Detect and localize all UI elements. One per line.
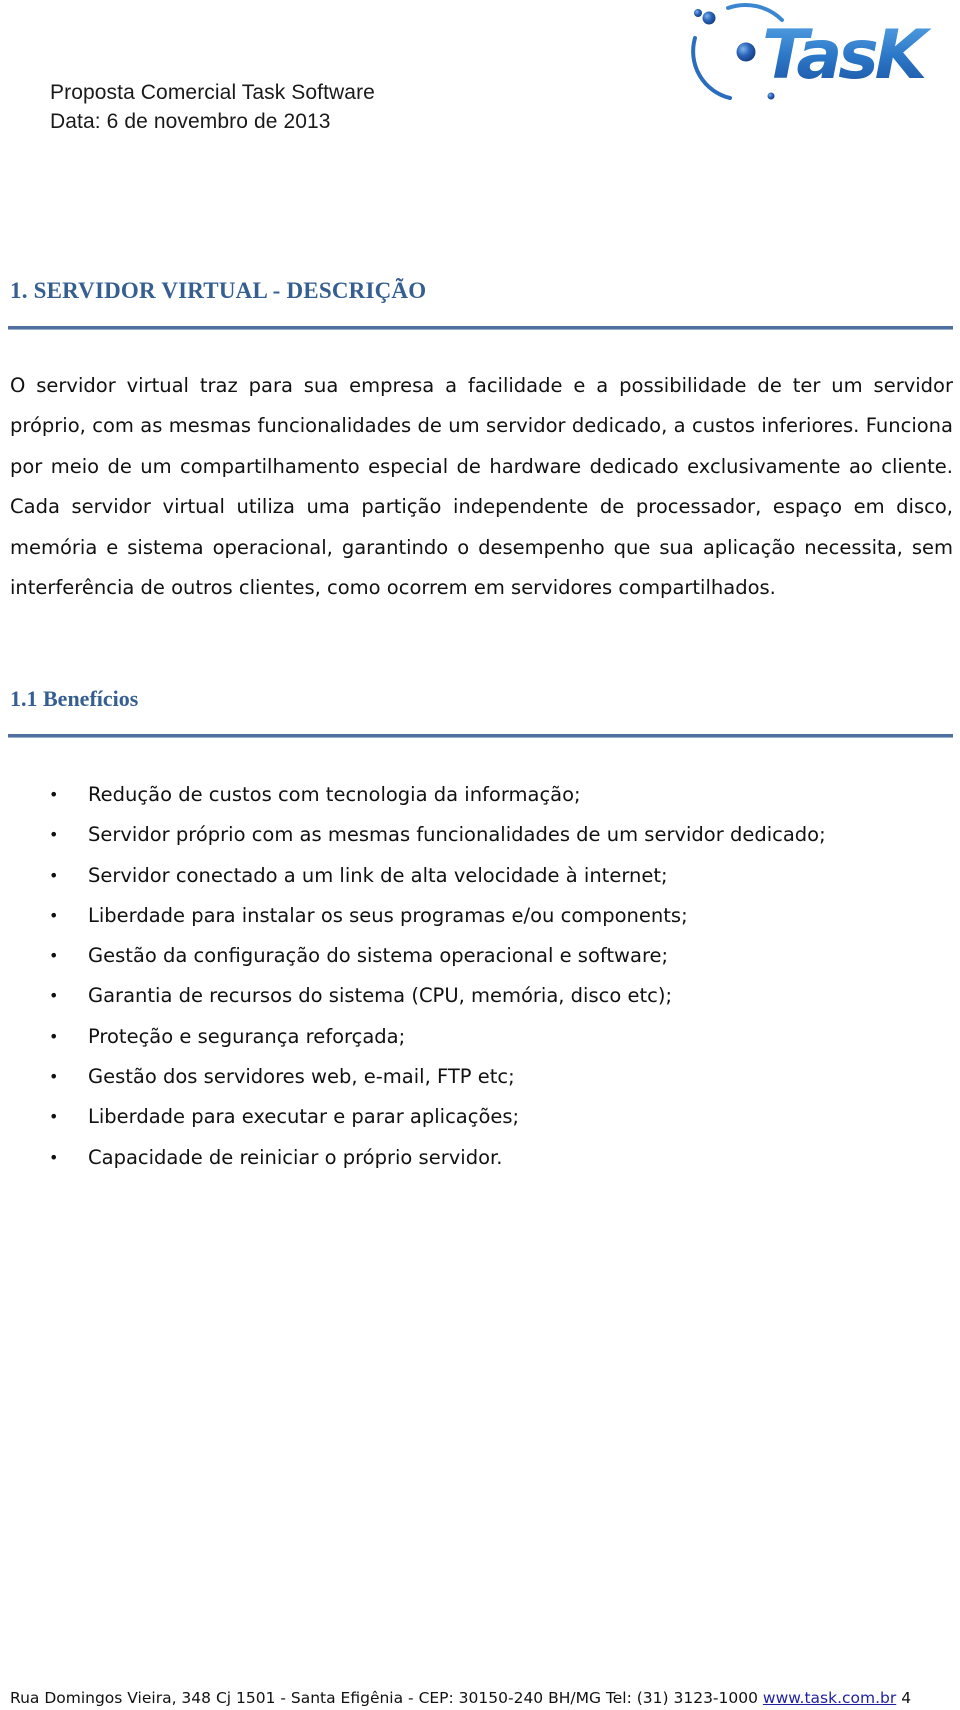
list-item-text: Servidor conectado a um link de alta vel… [88, 863, 668, 887]
list-item: • Garantia de recursos do sistema (CPU, m… [0, 976, 960, 1016]
list-item: • Liberdade para executar e parar aplicaç… [0, 1097, 960, 1137]
list-item: • Capacidade de reiniciar o próprio servi… [0, 1138, 960, 1178]
orbit-logo-icon: TasK [691, 2, 936, 100]
list-item-text: Liberdade para executar e parar aplicaçõ… [88, 1105, 520, 1129]
bullet-icon: • [49, 1026, 59, 1046]
list-item-text: Proteção e segurança reforçada; [88, 1024, 406, 1048]
list-item: • Proteção e segurança reforçada; [0, 1017, 960, 1057]
bullet-icon: • [49, 1107, 59, 1127]
document-title: Proposta Comercial Task Software [50, 81, 375, 104]
list-item: • Gestão dos servidores web, e-mail, FTP … [0, 1057, 960, 1097]
list-item: • Gestão da configuração do sistema opera… [0, 936, 960, 976]
bullet-icon: • [49, 1147, 59, 1167]
bullet-icon: • [49, 785, 59, 804]
task-logo: TasK [686, 0, 956, 110]
page-footer: Rua Domingos Vieira, 348 Cj 1501 - Santa… [10, 1689, 911, 1707]
section-heading-beneficios: 1.1 Benefícios [10, 686, 139, 711]
list-item-text: Servidor próprio com as mesmas funcional… [88, 823, 826, 847]
bullet-icon: • [49, 986, 59, 1006]
list-item-text: Redução de custos com tecnologia da info… [88, 783, 581, 806]
bullet-icon: • [49, 946, 59, 966]
footer-address: Rua Domingos Vieira, 348 Cj 1501 - Santa… [10, 1689, 758, 1707]
list-item-text: Capacidade de reiniciar o próprio servid… [88, 1145, 503, 1169]
list-item-text: Garantia de recursos do sistema (CPU, me… [88, 984, 673, 1008]
page-header: Proposta Comercial Task Software Data: 6… [0, 0, 960, 133]
bullet-icon: • [49, 865, 59, 885]
list-item: • Servidor conectado a um link de alta ve… [0, 856, 960, 896]
logo-wordmark: TasK [762, 16, 932, 95]
bullet-icon: • [49, 825, 59, 845]
list-item-text: Gestão da configuração do sistema operac… [88, 944, 669, 968]
page-number: 4 [901, 1689, 912, 1707]
heading-divider [8, 326, 953, 330]
list-item: • Liberdade para instalar os seus program… [0, 896, 960, 936]
bullet-icon: • [49, 1067, 59, 1087]
benefits-list: • Redução de custos com tecnologia da inf… [0, 775, 960, 1178]
list-item-text: Gestão dos servidores web, e-mail, FTP e… [88, 1065, 515, 1089]
section-heading-servidor-virtual: 1. SERVIDOR VIRTUAL - DESCRIÇÃO [10, 278, 427, 303]
document-date: Data: 6 de novembro de 2013 [50, 110, 331, 133]
list-item-text: Liberdade para instalar os seus programa… [88, 903, 688, 927]
bullet-icon: • [49, 905, 59, 925]
subheading-divider [8, 734, 953, 738]
list-item: • Redução de custos com tecnologia da inf… [0, 775, 960, 815]
website-link[interactable]: www.task.com.br [763, 1689, 896, 1707]
list-item: • Servidor próprio com as mesmas funciona… [0, 815, 960, 855]
description-paragraph: O servidor virtual traz para sua empresa… [10, 374, 953, 600]
